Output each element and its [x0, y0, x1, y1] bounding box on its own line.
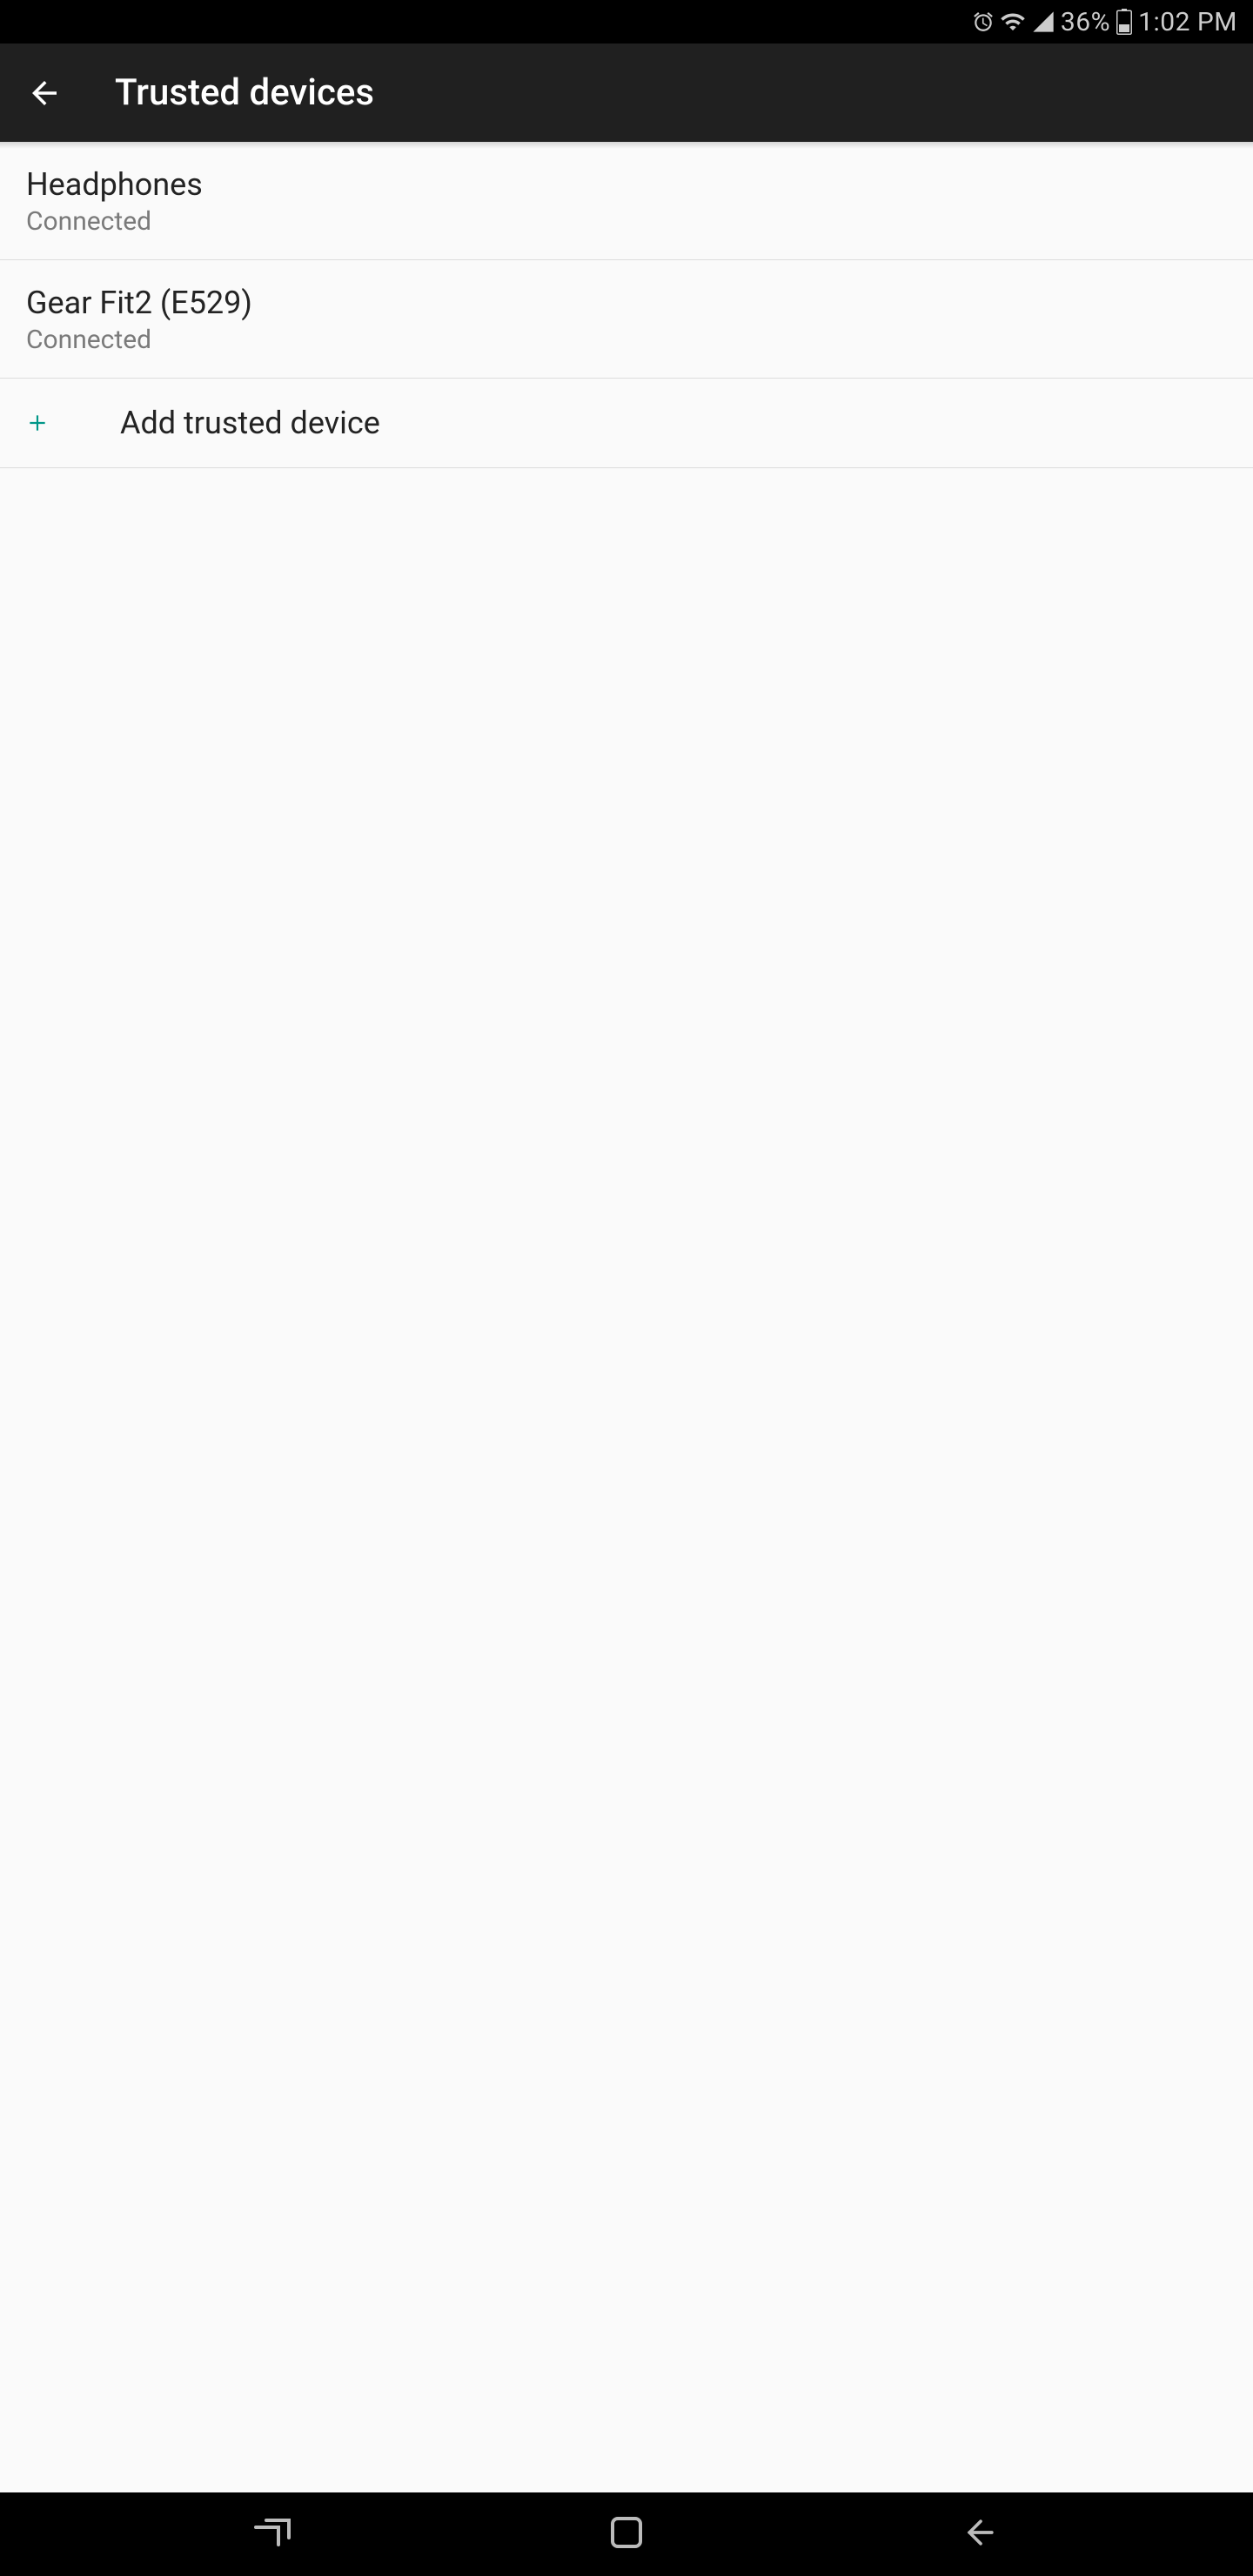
- trusted-device-item[interactable]: Headphones Connected: [0, 142, 1253, 260]
- shadow: [0, 142, 1253, 149]
- status-icons: 36% 1:02 PM: [972, 7, 1237, 37]
- home-button[interactable]: [574, 2492, 679, 2576]
- alarm-icon: [972, 10, 995, 33]
- app-bar: Trusted devices: [0, 44, 1253, 142]
- home-icon: [607, 2513, 646, 2555]
- plus-icon: [26, 412, 78, 434]
- page-title: Trusted devices: [115, 71, 374, 114]
- recent-apps-icon: [251, 2515, 294, 2553]
- navigation-bar: [0, 2492, 1253, 2576]
- add-trusted-device-button[interactable]: Add trusted device: [0, 379, 1253, 468]
- battery-percent: 36%: [1061, 7, 1110, 37]
- clock-time: 1:02 PM: [1138, 7, 1237, 37]
- device-name: Headphones: [26, 166, 1227, 203]
- wifi-icon: [1000, 9, 1026, 35]
- add-trusted-device-label: Add trusted device: [120, 405, 380, 441]
- content-area: Headphones Connected Gear Fit2 (E529) Co…: [0, 142, 1253, 2492]
- back-button[interactable]: [26, 75, 63, 111]
- trusted-device-item[interactable]: Gear Fit2 (E529) Connected: [0, 260, 1253, 379]
- back-nav-button[interactable]: [928, 2492, 1033, 2576]
- arrow-left-icon: [26, 75, 63, 111]
- status-bar: 36% 1:02 PM: [0, 0, 1253, 44]
- device-status: Connected: [26, 325, 1227, 355]
- battery-icon: [1116, 9, 1133, 35]
- back-nav-icon: [962, 2513, 1000, 2555]
- device-status: Connected: [26, 206, 1227, 237]
- device-name: Gear Fit2 (E529): [26, 285, 1227, 321]
- signal-icon: [1031, 10, 1055, 34]
- recent-apps-button[interactable]: [220, 2492, 325, 2576]
